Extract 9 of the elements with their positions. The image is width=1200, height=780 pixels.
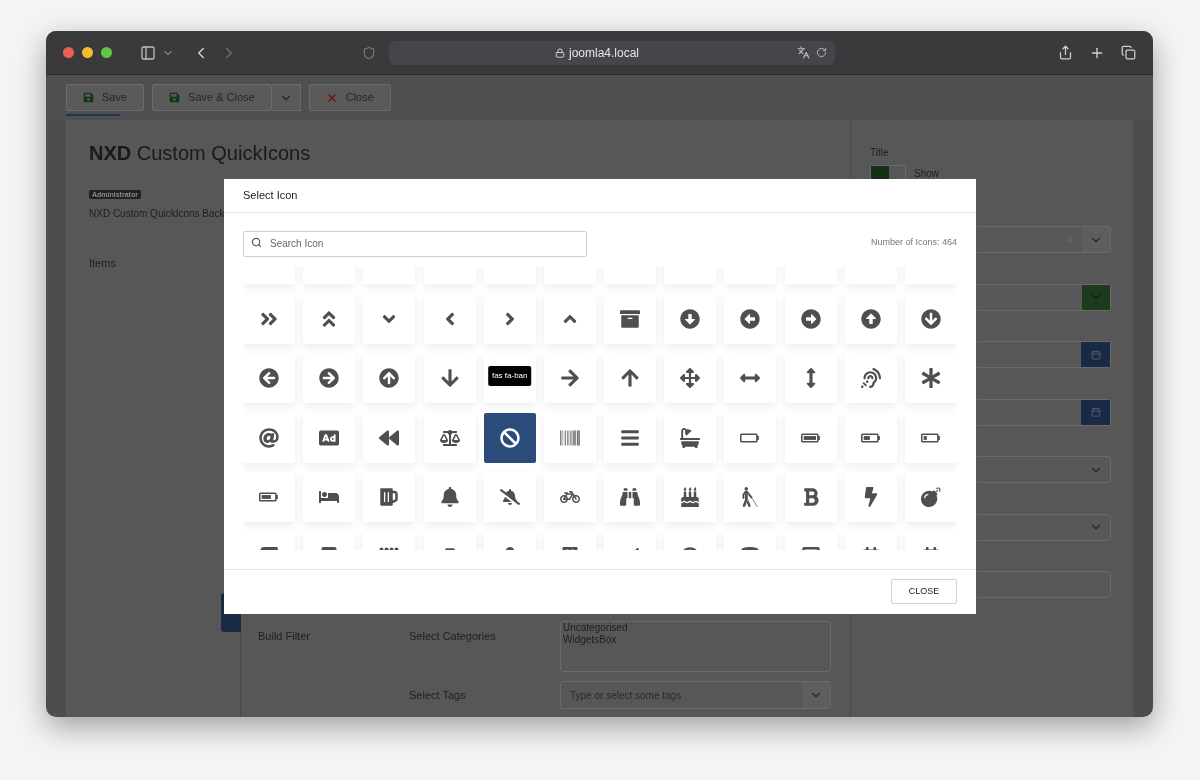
- build-filter-label: Build Filter: [258, 629, 311, 644]
- search-field[interactable]: Search Icon: [243, 230, 587, 257]
- page-title: NXD Custom QuickIcons: [89, 141, 312, 166]
- close-dialog-button[interactable]: CLOSE: [891, 579, 957, 604]
- icon-count: Number of Icons: 464: [870, 236, 957, 250]
- url-text: joomla4.local: [568, 44, 639, 62]
- dialog-title: Select Icon: [243, 188, 298, 204]
- category-option[interactable]: WidgetsBox: [563, 634, 828, 646]
- address-bar[interactable]: joomla4.local: [389, 40, 835, 65]
